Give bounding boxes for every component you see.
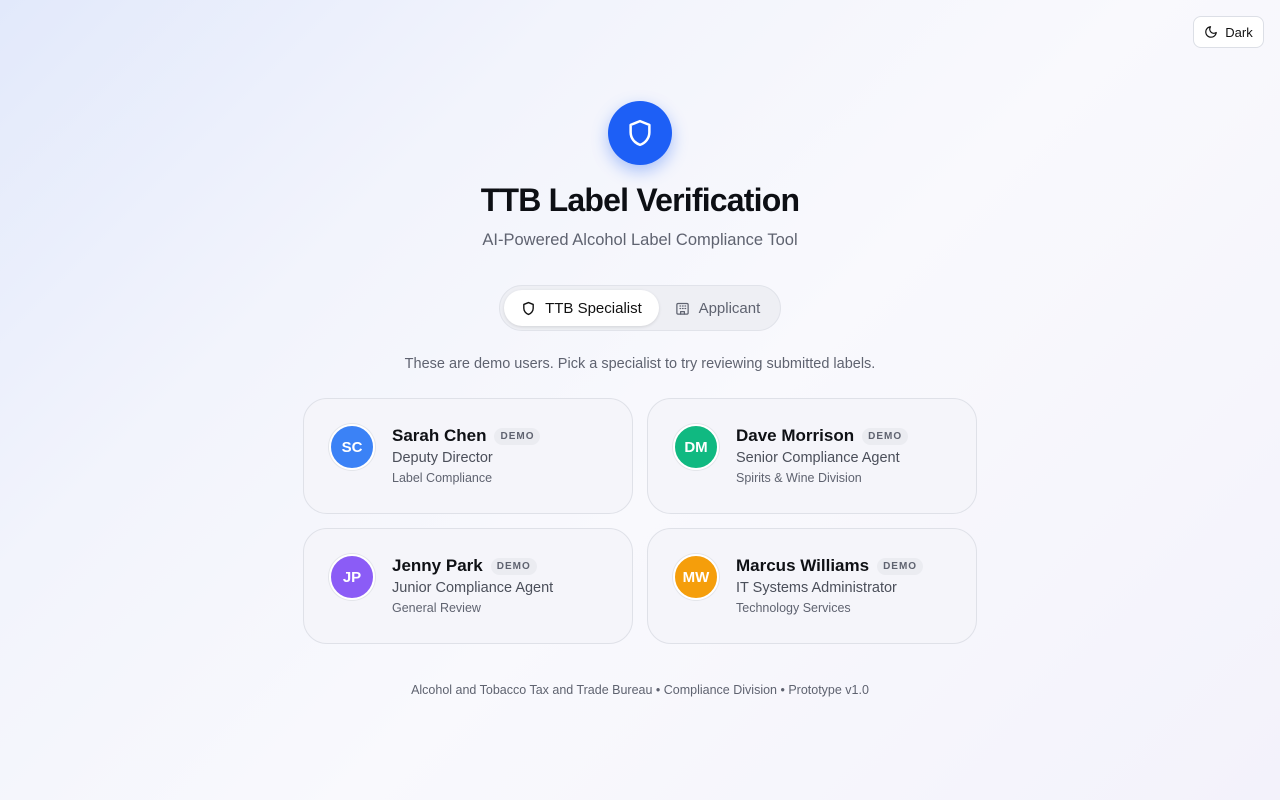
tab-ttb-specialist[interactable]: TTB Specialist	[504, 290, 659, 326]
moon-icon	[1204, 25, 1218, 39]
building-icon	[675, 301, 690, 316]
shield-icon	[625, 118, 655, 148]
user-role: Senior Compliance Agent	[736, 450, 900, 466]
user-card-sarah-chen[interactable]: SC Sarah Chen DEMO Deputy Director Label…	[303, 398, 633, 514]
shield-icon	[521, 301, 536, 316]
user-role: IT Systems Administrator	[736, 580, 897, 596]
user-role: Junior Compliance Agent	[392, 580, 554, 596]
page-subtitle: AI-Powered Alcohol Label Compliance Tool	[482, 231, 798, 249]
user-name: Sarah Chen	[392, 426, 487, 445]
avatar: MW	[673, 554, 719, 600]
tab-label: Applicant	[698, 299, 761, 317]
dark-mode-button[interactable]: Dark	[1193, 16, 1264, 48]
user-card-dave-morrison[interactable]: DM Dave Morrison DEMO Senior Compliance …	[647, 398, 977, 514]
avatar: JP	[329, 554, 375, 600]
tab-label: TTB Specialist	[545, 299, 642, 317]
demo-badge: DEMO	[490, 557, 537, 575]
user-department: General Review	[392, 601, 481, 615]
user-department: Label Compliance	[392, 471, 493, 485]
user-name: Jenny Park	[392, 556, 483, 575]
avatar: SC	[329, 424, 375, 470]
avatar: DM	[673, 424, 719, 470]
demo-hint: These are demo users. Pick a specialist …	[404, 356, 876, 372]
user-card-marcus-williams[interactable]: MW Marcus Williams DEMO IT Systems Admin…	[647, 528, 977, 644]
page-title: TTB Label Verification	[480, 182, 800, 218]
demo-badge: DEMO	[877, 557, 924, 575]
user-department: Technology Services	[736, 601, 851, 615]
demo-badge: DEMO	[862, 427, 909, 445]
demo-badge: DEMO	[494, 427, 541, 445]
user-grid: SC Sarah Chen DEMO Deputy Director Label…	[303, 398, 977, 644]
user-role: Deputy Director	[392, 450, 493, 466]
role-toggle: TTB Specialist Applicant	[499, 285, 781, 331]
tab-applicant[interactable]: Applicant	[659, 290, 776, 326]
user-card-jenny-park[interactable]: JP Jenny Park DEMO Junior Compliance Age…	[303, 528, 633, 644]
user-name: Dave Morrison	[736, 426, 855, 445]
app-logo	[608, 101, 672, 165]
user-department: Spirits & Wine Division	[736, 471, 862, 485]
footer-text: Alcohol and Tobacco Tax and Trade Bureau…	[411, 683, 869, 697]
dark-mode-label: Dark	[1225, 24, 1253, 40]
user-name: Marcus Williams	[736, 556, 870, 575]
